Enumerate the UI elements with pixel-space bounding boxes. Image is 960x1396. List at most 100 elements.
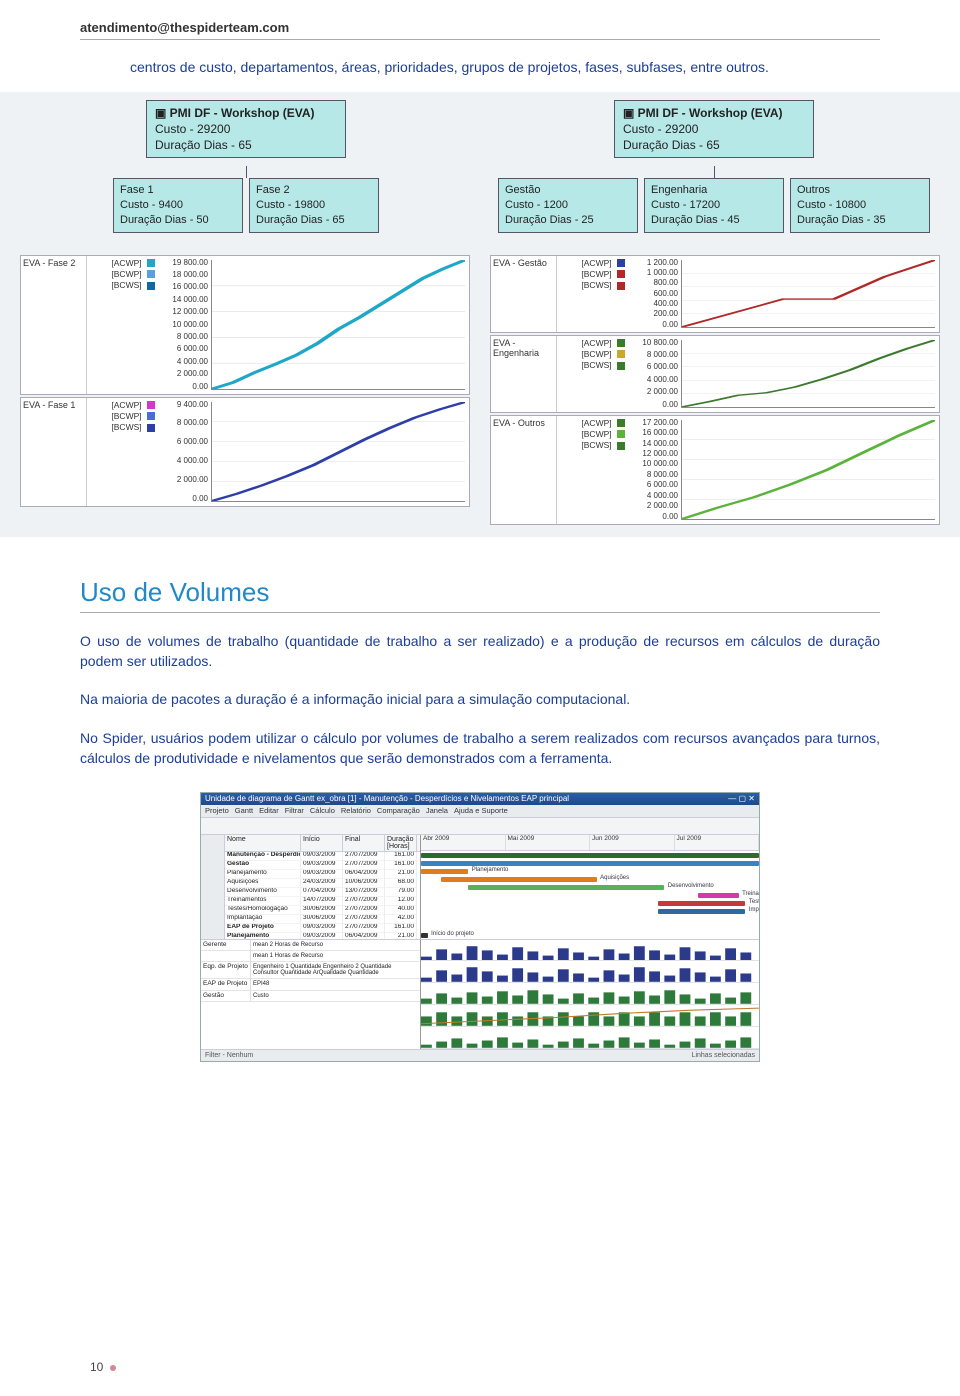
wbs-leaf-dur: Duração Dias - 45	[651, 214, 740, 226]
chart-y-axis: 19 800.0018 000.0016 000.0014 000.0012 0…	[157, 256, 211, 394]
gantt-panels-left: Gerentemean 2 Horas de Recursomean 1 Hor…	[201, 940, 421, 1049]
wbs-leaf-title: Gestão	[505, 184, 540, 196]
table-row: Gestão09/03/200927/07/2009161.00	[225, 861, 420, 870]
col-final: Final	[343, 835, 385, 851]
table-row: Planejamento09/03/200906/04/200921.00	[225, 870, 420, 879]
table-row: Manutenção - Desperdícios e Nivelamentos…	[225, 852, 420, 861]
gantt-menu-item[interactable]: Ajuda e Suporte	[454, 806, 508, 815]
wbs-leaf: Engenharia Custo - 17200 Duração Dias - …	[644, 178, 784, 233]
charts-right-col: EVA - Gestão[ACWP] [BCWP] [BCWS] 1 200.0…	[490, 255, 940, 525]
gantt-menu-item[interactable]: Editar	[259, 806, 279, 815]
gantt-bar	[698, 893, 739, 898]
gantt-menu-item[interactable]: Projeto	[205, 806, 229, 815]
eva-chart: EVA - Gestão[ACWP] [BCWP] [BCWS] 1 200.0…	[490, 255, 940, 333]
gantt-bar	[421, 861, 759, 866]
panel-row: GestãoCusto	[201, 991, 420, 1003]
gantt-bar-label: Treinamentos	[742, 891, 759, 897]
time-header: Jul 2009	[675, 835, 760, 850]
page-number-value: 10	[90, 1360, 103, 1374]
chart-title: EVA - Fase 2	[21, 256, 87, 394]
chart-plot	[211, 402, 465, 502]
chart-title: EVA - Fase 1	[21, 398, 87, 506]
gantt-bar	[421, 853, 759, 858]
wbs-leaf-dur: Duração Dias - 25	[505, 214, 594, 226]
col-inicio: Início	[301, 835, 343, 851]
gantt-menu-item[interactable]: Janela	[426, 806, 448, 815]
wbs-right-leaves: Gestão Custo - 1200 Duração Dias - 25 En…	[488, 178, 940, 233]
chart-legend: [ACWP] [BCWP] [BCWS]	[87, 256, 157, 394]
col-dur: Duração [Horas]	[385, 835, 417, 851]
panel-row: Gerentemean 2 Horas de Recurso	[201, 940, 420, 952]
gantt-bar-label: Desenvolvimento	[668, 883, 714, 889]
gantt-bar-label: Aquisições	[600, 875, 629, 881]
wbs-leaf-dur: Duração Dias - 50	[120, 214, 209, 226]
chart-title: EVA - Gestão	[491, 256, 557, 332]
chart-legend: [ACWP] [BCWP] [BCWS]	[87, 398, 157, 506]
gantt-screenshot: Unidade de diagrama de Gantt ex_obra [1]…	[200, 792, 760, 1062]
eva-chart: EVA - Fase 2[ACWP] [BCWP] [BCWS] 19 800.…	[20, 255, 470, 395]
wbs-left-root-cost: Custo - 29200	[155, 122, 230, 136]
gantt-menu-item[interactable]: Comparação	[377, 806, 420, 815]
wbs-right-root-title: PMI DF - Workshop (EVA)	[638, 106, 783, 120]
wbs-leaf-dur: Duração Dias - 35	[797, 214, 886, 226]
wbs-leaf: Gestão Custo - 1200 Duração Dias - 25	[498, 178, 638, 233]
page-number: 10	[90, 1360, 116, 1374]
wbs-left-root: ▣ PMI DF - Workshop (EVA) Custo - 29200 …	[146, 100, 346, 159]
gantt-chart-area: Abr 2009Mai 2009Jun 2009Jul 2009 GestãoP…	[421, 835, 759, 939]
histogram-row	[421, 1005, 759, 1027]
gantt-bar	[421, 933, 428, 938]
intro-paragraph: centros de custo, departamentos, áreas, …	[130, 58, 840, 78]
paragraph-1: O uso de volumes de trabalho (quantidade…	[80, 631, 880, 672]
gantt-statusbar: Filter - Nenhum Linhas selecionadas	[201, 1049, 759, 1061]
chart-y-axis: 1 200.001 000.00800.00600.00400.00200.00…	[627, 256, 681, 332]
gantt-menu-item[interactable]: Cálculo	[310, 806, 335, 815]
gantt-window-title: Unidade de diagrama de Gantt ex_obra [1]…	[205, 795, 569, 803]
gantt-side-toolbar	[201, 835, 225, 939]
minus-icon: ▣	[155, 106, 170, 120]
chart-title: EVA - Engenharia	[491, 336, 557, 412]
gantt-time-header: Abr 2009Mai 2009Jun 2009Jul 2009	[421, 835, 759, 851]
col-nome: Nome	[225, 835, 301, 851]
table-row: Desenvolvimento07/04/200913/07/200979.00	[225, 888, 420, 897]
status-right: Linhas selecionadas	[692, 1052, 755, 1059]
gantt-bar	[658, 909, 746, 914]
time-header: Mai 2009	[506, 835, 591, 850]
histogram-row	[421, 940, 759, 962]
section-title: Uso de Volumes	[80, 577, 880, 613]
wbs-left-root-title: PMI DF - Workshop (EVA)	[170, 106, 315, 120]
table-row: Treinamentos14/07/200927/07/200912.00	[225, 897, 420, 906]
wbs-leaf-title: Fase 2	[256, 184, 290, 196]
wbs-right-root-cost: Custo - 29200	[623, 122, 698, 136]
table-row: Implantação30/06/200927/07/200942.00	[225, 915, 420, 924]
table-row: Planejamento09/03/200906/04/200921.00	[225, 933, 420, 939]
gantt-bar-label: Planejamento	[472, 867, 509, 873]
time-header: Jun 2009	[590, 835, 675, 850]
wbs-left: ▣ PMI DF - Workshop (EVA) Custo - 29200 …	[20, 100, 472, 233]
wbs-leaf-title: Fase 1	[120, 184, 154, 196]
table-row: Aquisições24/03/200910/06/200968.00	[225, 879, 420, 888]
gantt-head-row: Nome Início Final Duração [Horas]	[225, 835, 420, 852]
wbs-leaf-cost: Custo - 10800	[797, 199, 866, 211]
charts-left-col: EVA - Fase 2[ACWP] [BCWP] [BCWS] 19 800.…	[20, 255, 470, 525]
gantt-menu-item[interactable]: Gantt	[235, 806, 253, 815]
gantt-toolbar	[201, 817, 759, 835]
gantt-bar-label: Testes/Homologação	[749, 899, 759, 905]
gantt-titlebar: Unidade de diagrama de Gantt ex_obra [1]…	[201, 793, 759, 805]
gantt-menubar: Projeto Gantt Editar Filtrar Cálculo Relatóri…	[201, 805, 759, 817]
gantt-menu-item[interactable]: Filtrar	[285, 806, 304, 815]
wbs-leaf: Fase 2 Custo - 19800 Duração Dias - 65	[249, 178, 379, 233]
eva-chart: EVA - Engenharia[ACWP] [BCWP] [BCWS] 10 …	[490, 335, 940, 413]
header-email: atendimento@thespiderteam.com	[80, 20, 880, 40]
gantt-menu-item[interactable]: Relatório	[341, 806, 371, 815]
chart-title: EVA - Outros	[491, 416, 557, 524]
panel-row: EAP de ProjetoEPI48	[201, 979, 420, 991]
chart-plot	[681, 340, 935, 408]
gantt-bar	[421, 869, 468, 874]
chart-plot	[681, 420, 935, 520]
table-row: EAP de Projeto09/03/200927/07/2009161.00	[225, 924, 420, 933]
eva-diagram-block: ▣ PMI DF - Workshop (EVA) Custo - 29200 …	[0, 92, 960, 537]
wbs-leaf-cost: Custo - 9400	[120, 199, 183, 211]
chart-y-axis: 10 800.008 000.006 000.004 000.002 000.0…	[627, 336, 681, 412]
wbs-leaf-cost: Custo - 1200	[505, 199, 568, 211]
chart-plot	[211, 260, 465, 390]
